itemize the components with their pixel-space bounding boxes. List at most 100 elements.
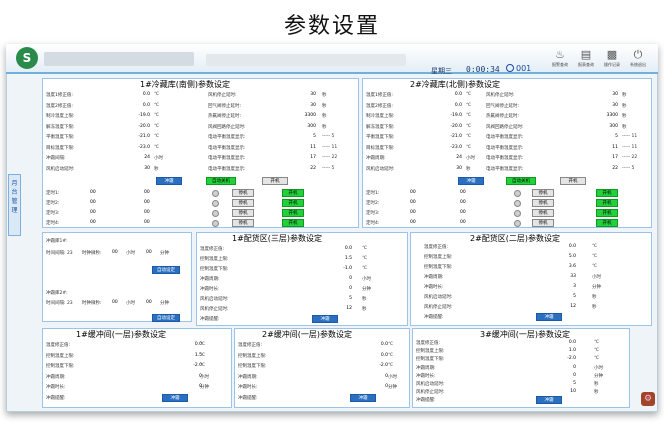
buffer-3-value[interactable]: 0	[540, 373, 576, 378]
cold-north-timer-start-button[interactable]: 开机	[596, 199, 618, 207]
cold-south-left-value[interactable]: -19.0	[130, 113, 150, 118]
buffer-2-value[interactable]: 0	[354, 384, 388, 389]
cold-south-left-value[interactable]: 0.0	[130, 92, 150, 97]
zone-1-value[interactable]: 5	[316, 296, 352, 301]
cold-south-timer-stop-button[interactable]: 停机	[232, 209, 254, 217]
cold-south-timer-min[interactable]: 00	[144, 220, 156, 225]
cold-south-right-value[interactable]: 17	[296, 155, 316, 160]
cold-south-timer-min[interactable]: 00	[144, 200, 156, 205]
cold-south-timer-hour[interactable]: 00	[90, 200, 102, 205]
cold-north-timer-start-button[interactable]: 开机	[596, 209, 618, 217]
buffer-3-value[interactable]: 5	[540, 381, 576, 386]
cold-north-timer-start-button[interactable]: 开机	[596, 219, 618, 227]
cold-south-left-value[interactable]: 30	[130, 166, 150, 171]
cold-north-left-value[interactable]: -20.0	[442, 124, 462, 129]
cold-north-timer-min[interactable]: 00	[460, 200, 472, 205]
cold-north-right-value[interactable]: 22	[598, 166, 618, 171]
cold-south-left-value[interactable]: -21.0	[130, 134, 150, 139]
cold-south-timer-start-button[interactable]: 开机	[282, 209, 304, 217]
cold-south-timer-start-button[interactable]: 开机	[282, 219, 304, 227]
operation-log-button[interactable]: ▩ 操作记录	[599, 48, 625, 72]
cold-south-right-value[interactable]: 11	[296, 145, 316, 150]
cold-north-timer-min[interactable]: 00	[460, 220, 472, 225]
zone-2-value[interactable]: 12	[540, 304, 576, 309]
cold-south-timer-stop-button[interactable]: 停机	[232, 199, 254, 207]
buffer-2-defrost-button[interactable]: 冲霜	[350, 393, 376, 402]
cold-north-left-value[interactable]: 0.0	[442, 92, 462, 97]
defrost-library-2-auto-button[interactable]: 自动设定	[152, 314, 180, 322]
cold-north-timer-min[interactable]: 00	[460, 190, 472, 195]
buffer-3-value[interactable]: -2.0	[540, 356, 576, 361]
buffer-2-value[interactable]: 0.0	[354, 353, 388, 358]
cold-south-timer-start-button[interactable]: 开机	[282, 199, 304, 207]
zone-1-value[interactable]: -1.0	[316, 266, 352, 271]
zone-2-defrost-button[interactable]: 冲霜	[536, 313, 562, 321]
cold-north-left-value[interactable]: -23.0	[442, 145, 462, 150]
defrost-min-2-value[interactable]: 00	[146, 300, 156, 305]
buffer-1-value[interactable]: 0.0	[166, 342, 202, 347]
cold-south-left-value[interactable]: 0.0	[130, 103, 150, 108]
cold-north-timer-hour[interactable]: 00	[410, 210, 422, 215]
buffer-3-value[interactable]: 10	[540, 389, 576, 394]
alarm-query-button[interactable]: ♨ 报警查询	[547, 48, 573, 72]
zone-1-value[interactable]: 0.0	[316, 246, 352, 251]
zone-2-value[interactable]: 3	[540, 284, 576, 289]
zone-2-value[interactable]: 5	[540, 294, 576, 299]
cold-north-right-value[interactable]: 11	[598, 145, 618, 150]
user-display[interactable]: 001	[506, 64, 531, 73]
cold-north-timer-min[interactable]: 00	[460, 210, 472, 215]
cold-north-timer-hour[interactable]: 00	[410, 190, 422, 195]
buffer-1-defrost-button[interactable]: 冲霜	[162, 393, 188, 402]
cold-north-timer-start-button[interactable]: 开机	[596, 189, 618, 197]
cold-south-timer-hour[interactable]: 00	[90, 210, 102, 215]
zone-2-value[interactable]: 5.0	[540, 254, 576, 259]
buffer-1-value[interactable]: 1.5	[166, 353, 202, 358]
buffer-3-value[interactable]: 0	[540, 365, 576, 370]
cold-north-left-value[interactable]: 24	[442, 155, 462, 160]
settings-gear-icon[interactable]: ⚙	[641, 392, 655, 406]
cold-north-left-value[interactable]: 0.0	[442, 103, 462, 108]
cold-north-start-button[interactable]: 开机	[560, 177, 586, 185]
zone-1-value[interactable]: 0	[316, 276, 352, 281]
report-query-button[interactable]: ▤ 报表查询	[573, 48, 599, 72]
zone-2-value[interactable]: 3.6	[540, 264, 576, 269]
cold-south-right-value[interactable]: 3300	[296, 113, 316, 118]
cold-south-right-value[interactable]: 22	[296, 166, 316, 171]
cold-north-right-value[interactable]: 17	[598, 155, 618, 160]
cold-south-right-value[interactable]: 300	[296, 124, 316, 129]
buffer-2-value[interactable]: -2.0	[354, 363, 388, 368]
cold-south-timer-hour[interactable]: 00	[90, 220, 102, 225]
defrost-hour-2-value[interactable]: 00	[112, 300, 122, 305]
cold-north-right-value[interactable]: 5	[598, 134, 618, 139]
buffer-1-value[interactable]: 0	[166, 384, 202, 389]
zone-1-value[interactable]: 1.5	[316, 256, 352, 261]
defrost-min-value[interactable]: 00	[146, 250, 156, 255]
cold-north-right-value[interactable]: 3300	[598, 113, 618, 118]
buffer-1-value[interactable]: 0	[166, 374, 202, 379]
cold-south-timer-hour[interactable]: 00	[90, 190, 102, 195]
cold-south-timer-stop-button[interactable]: 停机	[232, 219, 254, 227]
cold-north-timer-hour[interactable]: 00	[410, 200, 422, 205]
buffer-3-defrost-button[interactable]: 冲霜	[536, 396, 562, 405]
zone-1-value[interactable]: 0	[316, 286, 352, 291]
cold-south-timer-stop-button[interactable]: 停机	[232, 189, 254, 197]
cold-south-start-button[interactable]: 开机	[262, 177, 288, 185]
sidebar-tab[interactable]: 月台管理	[8, 174, 21, 236]
zone-2-value[interactable]: 0.0	[540, 244, 576, 249]
cold-south-left-value[interactable]: -23.0	[130, 145, 150, 150]
cold-south-timer-start-button[interactable]: 开机	[282, 189, 304, 197]
buffer-2-value[interactable]: 0.0	[354, 342, 388, 347]
cold-south-auto-stop-button[interactable]: 自动关机	[206, 177, 236, 185]
cold-north-right-value[interactable]: 30	[598, 103, 618, 108]
buffer-3-value[interactable]: 1.0	[540, 348, 576, 353]
cold-south-left-value[interactable]: -20.0	[130, 124, 150, 129]
cold-south-timer-min[interactable]: 00	[144, 190, 156, 195]
cold-north-timer-hour[interactable]: 00	[410, 220, 422, 225]
cold-north-right-value[interactable]: 300	[598, 124, 618, 129]
buffer-1-value[interactable]: -2.0	[166, 363, 202, 368]
buffer-2-value[interactable]: 0	[354, 374, 388, 379]
cold-north-timer-stop-button[interactable]: 停机	[532, 209, 554, 217]
cold-north-defrost-button[interactable]: 冲霜	[458, 177, 484, 185]
defrost-library-1-auto-button[interactable]: 自动设定	[152, 266, 180, 274]
zone-1-value[interactable]: 12	[316, 306, 352, 311]
